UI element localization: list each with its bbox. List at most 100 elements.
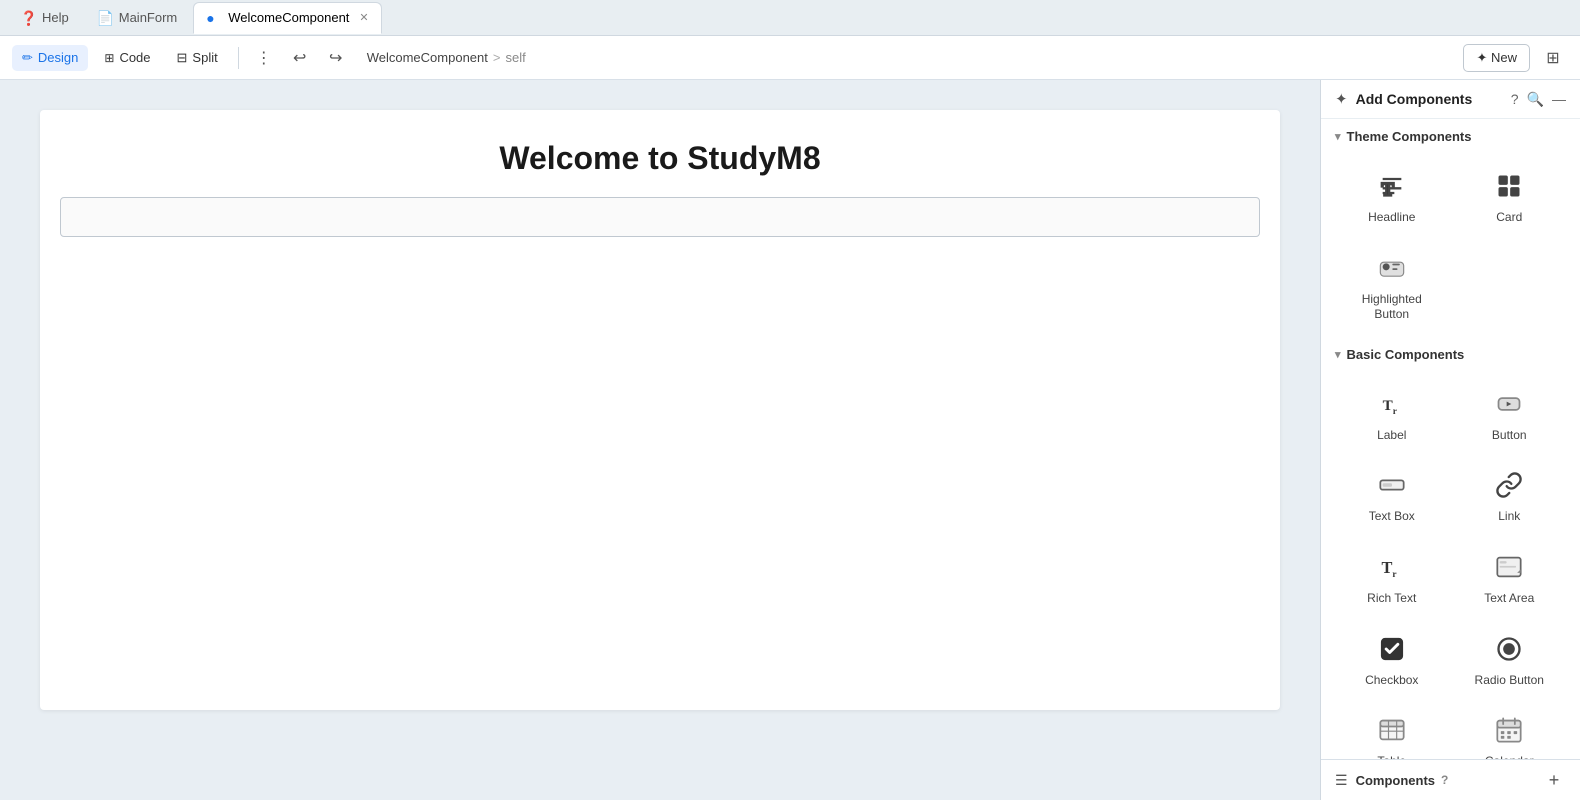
canvas-area: Welcome to StudyM8 xyxy=(0,80,1320,800)
component-textbox[interactable]: Text Box xyxy=(1335,455,1449,533)
right-panel: ✦ Add Components ? 🔍 — ▾ Theme Component… xyxy=(1320,80,1580,800)
tab-mainform[interactable]: 📄 MainForm xyxy=(85,2,190,34)
design-label: Design xyxy=(38,50,78,65)
tab-welcomecomponent-label: WelcomeComponent xyxy=(228,10,349,25)
textarea-comp-label: Text Area xyxy=(1484,591,1534,607)
design-button[interactable]: ✏ Design xyxy=(12,45,88,71)
bottom-bar-title: Components ? xyxy=(1356,773,1534,788)
label-icon: Tr xyxy=(1374,386,1410,422)
component-label[interactable]: Tr Label xyxy=(1335,374,1449,452)
link-icon xyxy=(1491,467,1527,503)
component-table[interactable]: Table xyxy=(1335,700,1449,759)
textbox-icon xyxy=(1374,467,1410,503)
component-link[interactable]: Link xyxy=(1453,455,1567,533)
button-icon xyxy=(1491,386,1527,422)
panel-header: ✦ Add Components ? 🔍 — xyxy=(1321,80,1580,119)
split-icon: ⊟ xyxy=(177,50,188,66)
svg-text:Tr: Tr xyxy=(1381,558,1396,580)
tab-help-label: Help xyxy=(42,10,69,25)
richtext-icon: Tr xyxy=(1374,549,1410,585)
chevron-theme-icon: ▾ xyxy=(1335,130,1341,143)
panel-help-icon[interactable]: ? xyxy=(1511,91,1519,107)
more-options-button[interactable]: ⋮ xyxy=(249,43,279,73)
split-label: Split xyxy=(192,50,217,65)
component-highlighted-button[interactable]: Highlighted Button xyxy=(1335,238,1449,331)
highlighted-button-icon xyxy=(1374,250,1410,286)
code-icon: ⊞ xyxy=(104,51,114,65)
component-radiobutton[interactable]: Radio Button xyxy=(1453,619,1567,697)
textarea-icon xyxy=(1491,549,1527,585)
tab-help[interactable]: ❓ Help xyxy=(8,2,81,34)
component-tab-icon: ● xyxy=(206,10,222,26)
component-richtext[interactable]: Tr Rich Text xyxy=(1335,537,1449,615)
new-label: ✦ New xyxy=(1476,50,1517,66)
new-button[interactable]: ✦ New xyxy=(1463,44,1530,72)
tab-mainform-label: MainForm xyxy=(119,10,178,25)
main-area: Welcome to StudyM8 ✦ Add Components ? 🔍 … xyxy=(0,80,1580,800)
breadcrumb-separator: > xyxy=(493,50,501,65)
document-icon: 📄 xyxy=(97,10,113,26)
undo-button[interactable]: ↩ xyxy=(285,43,315,73)
expand-panel-button[interactable]: ⊞ xyxy=(1538,43,1568,73)
svg-text:T: T xyxy=(1381,179,1394,200)
card-icon xyxy=(1491,168,1527,204)
basic-components-grid: Tr Label Button xyxy=(1321,368,1580,759)
code-button[interactable]: ⊞ Code xyxy=(94,45,160,70)
card-label: Card xyxy=(1496,210,1522,226)
canvas-input-box[interactable] xyxy=(60,197,1260,237)
tab-bar: ❓ Help 📄 MainForm ● WelcomeComponent ✕ xyxy=(0,0,1580,36)
section-basic-label: Basic Components xyxy=(1347,347,1465,362)
radiobutton-comp-label: Radio Button xyxy=(1475,673,1544,689)
chevron-basic-icon: ▾ xyxy=(1335,348,1341,361)
headline-label: Headline xyxy=(1368,210,1415,226)
button-comp-label: Button xyxy=(1492,428,1527,444)
section-theme-header[interactable]: ▾ Theme Components xyxy=(1321,119,1580,150)
breadcrumb-component[interactable]: WelcomeComponent xyxy=(367,50,488,65)
section-basic-header[interactable]: ▾ Basic Components xyxy=(1321,337,1580,368)
breadcrumb-self: self xyxy=(505,50,525,65)
canvas-content: Welcome to StudyM8 xyxy=(40,110,1280,710)
theme-components-grid: T Headline Card xyxy=(1321,150,1580,337)
canvas-input-row xyxy=(40,197,1280,257)
list-icon: ☰ xyxy=(1335,772,1348,789)
component-textarea[interactable]: Text Area xyxy=(1453,537,1567,615)
panel-search-icon[interactable]: 🔍 xyxy=(1527,91,1544,108)
add-component-button[interactable]: + xyxy=(1542,768,1566,792)
headline-icon: T xyxy=(1374,168,1410,204)
canvas-title: Welcome to StudyM8 xyxy=(40,110,1280,197)
bottom-bar: ☰ Components ? + xyxy=(1321,759,1580,800)
help-icon: ❓ xyxy=(20,10,36,26)
highlighted-button-label: Highlighted Button xyxy=(1343,292,1441,323)
component-button[interactable]: Button xyxy=(1453,374,1567,452)
toolbar: ✏ Design ⊞ Code ⊟ Split ⋮ ↩ ↪ WelcomeCom… xyxy=(0,36,1580,80)
components-label: Components xyxy=(1356,773,1435,788)
calendar-icon xyxy=(1491,712,1527,748)
textbox-comp-label: Text Box xyxy=(1369,509,1415,525)
component-calendar[interactable]: Calendar xyxy=(1453,700,1567,759)
component-checkbox[interactable]: Checkbox xyxy=(1335,619,1449,697)
checkbox-icon xyxy=(1374,631,1410,667)
split-button[interactable]: ⊟ Split xyxy=(167,45,228,71)
tab-welcomecomponent[interactable]: ● WelcomeComponent ✕ xyxy=(193,2,381,34)
radiobutton-icon xyxy=(1491,631,1527,667)
bottom-help-icon[interactable]: ? xyxy=(1441,773,1448,787)
design-icon: ✏ xyxy=(22,50,33,66)
label-comp-label: Label xyxy=(1377,428,1406,444)
component-card[interactable]: Card xyxy=(1453,156,1567,234)
checkbox-comp-label: Checkbox xyxy=(1365,673,1418,689)
toolbar-right: ✦ New ⊞ xyxy=(1463,43,1568,73)
separator-1 xyxy=(238,47,239,69)
panel-title: Add Components xyxy=(1356,91,1503,107)
wand-icon: ✦ xyxy=(1335,90,1348,108)
breadcrumb: WelcomeComponent > self xyxy=(367,50,1458,65)
panel-body: ▾ Theme Components T Headline xyxy=(1321,119,1580,759)
link-comp-label: Link xyxy=(1498,509,1520,525)
panel-minimize-icon[interactable]: — xyxy=(1552,91,1566,107)
svg-text:Tr: Tr xyxy=(1382,397,1396,417)
section-theme-label: Theme Components xyxy=(1347,129,1472,144)
tab-close-icon[interactable]: ✕ xyxy=(359,11,368,24)
code-label: Code xyxy=(119,50,150,65)
component-headline[interactable]: T Headline xyxy=(1335,156,1449,234)
redo-button[interactable]: ↪ xyxy=(321,43,351,73)
table-icon xyxy=(1374,712,1410,748)
